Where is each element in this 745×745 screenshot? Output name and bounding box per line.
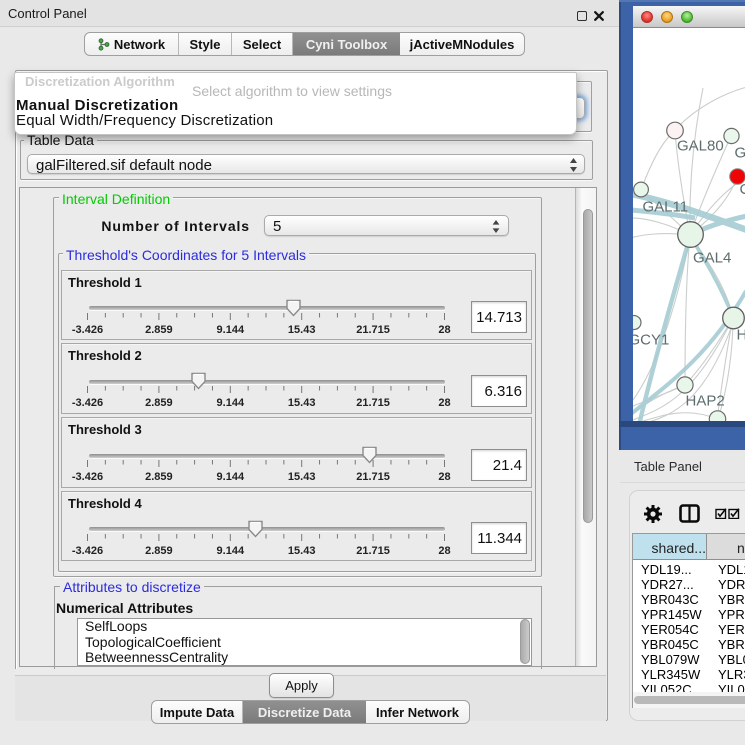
svg-text:GAL11: GAL11 xyxy=(643,199,689,216)
svg-text:GA: GA xyxy=(735,145,745,162)
svg-text:GCY1: GCY1 xyxy=(633,332,669,349)
svg-text:HAP2: HAP2 xyxy=(686,393,725,410)
svg-text:C: C xyxy=(740,181,745,198)
svg-text:GAL80: GAL80 xyxy=(677,138,724,155)
svg-text:H: H xyxy=(737,327,745,344)
svg-text:GAL4: GAL4 xyxy=(693,250,731,267)
